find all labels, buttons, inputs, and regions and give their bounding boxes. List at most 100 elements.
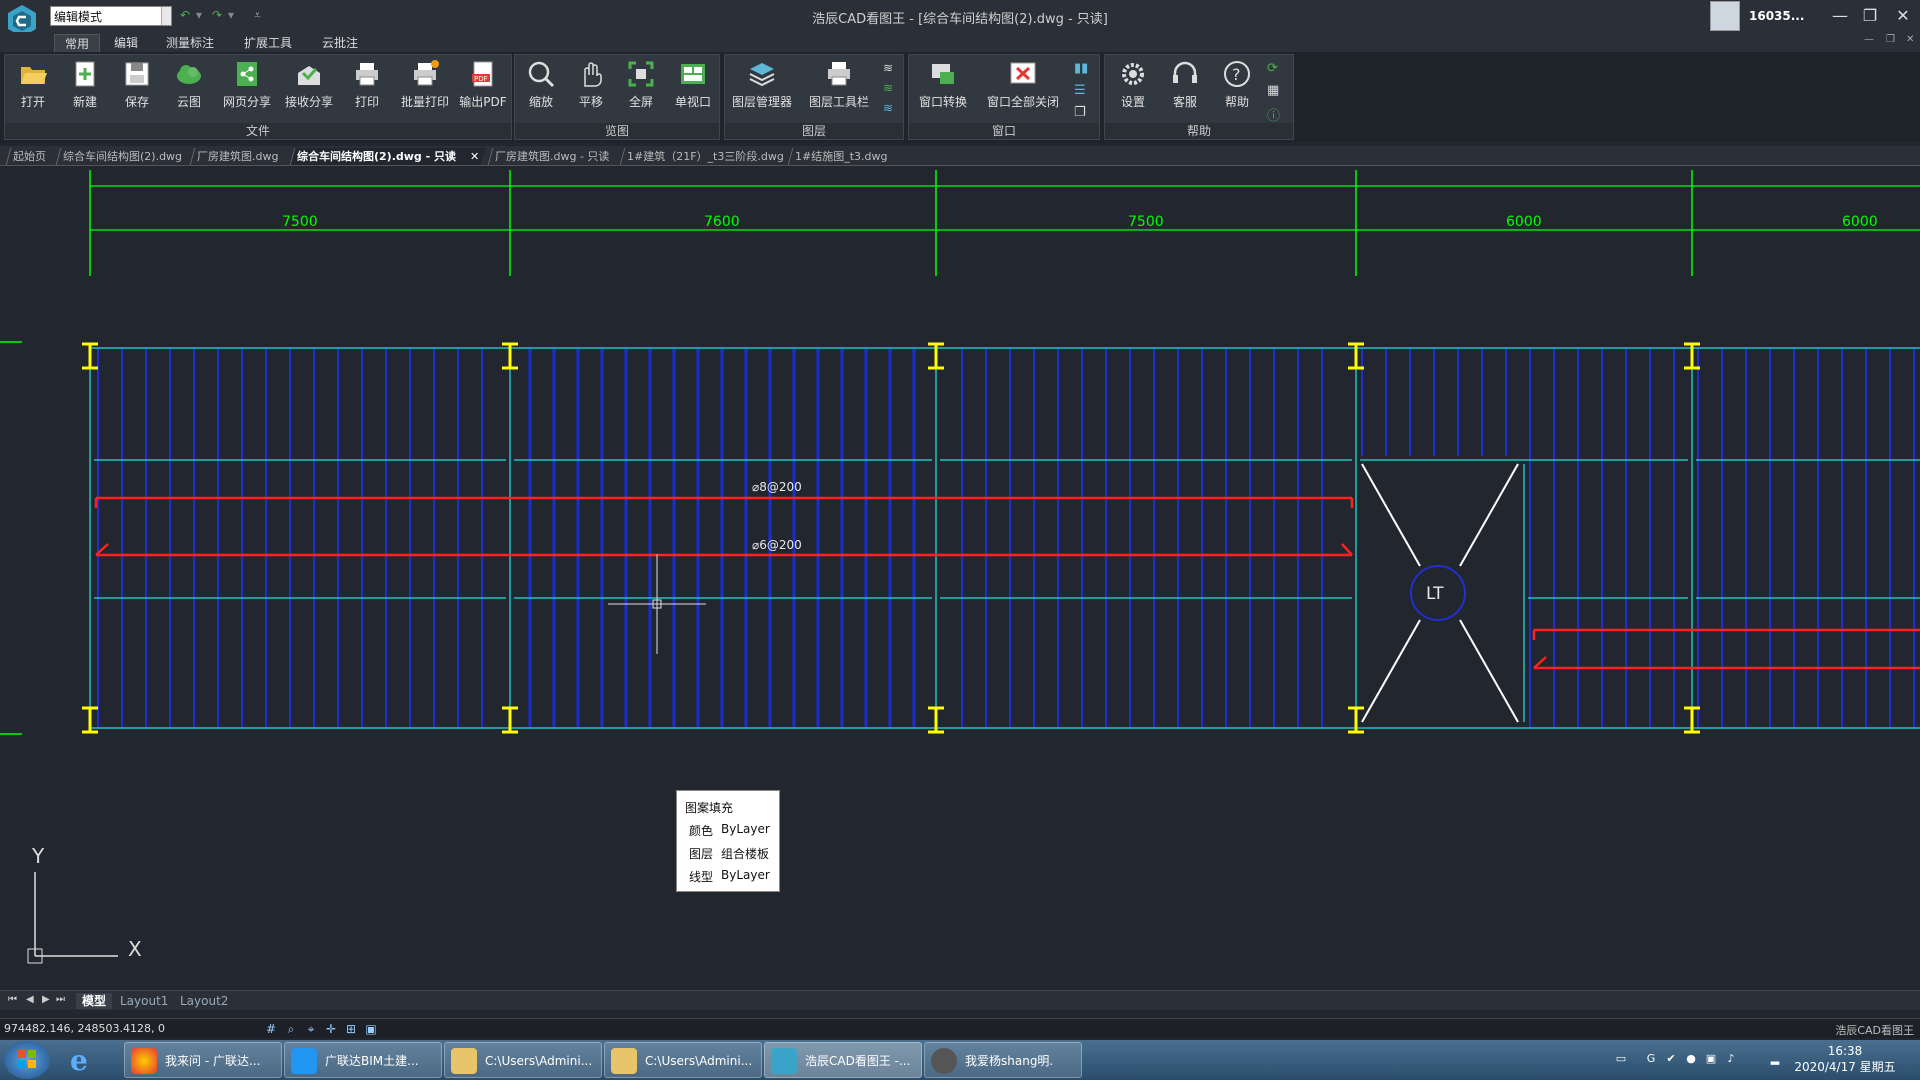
tab-close-icon[interactable]: ✕: [470, 148, 479, 165]
doc-tab[interactable]: 1#结施图_t3.dwg: [787, 148, 894, 165]
receive-icon: [298, 66, 320, 85]
tab-cloud-annotation[interactable]: 云批注: [312, 34, 368, 52]
fullscreen-button[interactable]: 全屏: [619, 59, 663, 121]
apps-grid-icon[interactable]: ▦: [1267, 83, 1279, 98]
taskbar-item[interactable]: C:\Users\Admini...: [444, 1042, 602, 1078]
taskbar-item[interactable]: 我来问 - 广联达...: [124, 1042, 282, 1078]
web-share-button[interactable]: 网页分享: [219, 59, 275, 121]
svg-text:PDF: PDF: [474, 75, 488, 83]
print-button[interactable]: 打印: [345, 59, 389, 121]
gpu-icon[interactable]: ▣: [1704, 1052, 1718, 1066]
check-update-icon[interactable]: ⟳: [1267, 61, 1278, 76]
cad-drawing[interactable]: 7500 7600 7500 6000 6000 ⌀8@200 ⌀6@200 LT: [0, 166, 1920, 990]
close-button[interactable]: ✕: [1888, 4, 1918, 28]
taskbar-item-active[interactable]: 浩辰CAD看图王 -...: [764, 1042, 922, 1078]
user-name[interactable]: 16035...: [1749, 9, 1804, 23]
last-layout-icon[interactable]: ⏭: [56, 994, 65, 1005]
windows-taskbar: e 我来问 - 广联达... 广联达BIM土建... C:\Users\Admi…: [0, 1040, 1920, 1080]
layer-stack-icon[interactable]: ≋: [883, 61, 893, 75]
first-layout-icon[interactable]: ⏮: [8, 994, 17, 1005]
ribbon-group-view: 缩放 平移 全屏 单视口 览图: [514, 54, 720, 140]
export-pdf-button[interactable]: PDF 输出PDF: [457, 59, 509, 121]
entity-tooltip: 图案填充 颜色 ByLayer 图层 组合楼板 线型 ByLayer: [676, 790, 780, 892]
minimize-button[interactable]: —: [1825, 4, 1855, 28]
beam-lines: [0, 341, 1920, 735]
save-icon: [125, 62, 149, 86]
tile-vertical-icon[interactable]: ▮▮: [1074, 61, 1088, 76]
info-icon[interactable]: ⓘ: [1267, 105, 1280, 124]
zoom-window-icon[interactable]: ⌕: [284, 1022, 298, 1036]
save-button[interactable]: 保存: [115, 59, 159, 121]
doc-tab[interactable]: 厂房建筑图.dwg - 只读: [487, 148, 616, 165]
start-button[interactable]: [4, 1041, 50, 1079]
grid-icon[interactable]: #: [264, 1022, 278, 1036]
taskbar-item[interactable]: C:\Users\Admini...: [604, 1042, 762, 1078]
doc-minimize-icon[interactable]: —: [1864, 34, 1874, 45]
ribbon-group-label: 图层: [725, 123, 903, 139]
doc-tab-active[interactable]: 综合车间结构图(2).dwg - 只读 ✕: [289, 148, 486, 165]
zoom-button[interactable]: 缩放: [519, 59, 563, 121]
new-button[interactable]: 新建: [63, 59, 107, 121]
tab-edit[interactable]: 编辑: [104, 34, 148, 52]
tooltip-value: ByLayer: [721, 868, 770, 882]
layer-match-icon[interactable]: ≋: [883, 101, 893, 115]
clock[interactable]: 16:38 2020/4/17 星期五: [1790, 1043, 1900, 1075]
prev-layout-icon[interactable]: ◀: [26, 994, 34, 1005]
doc-tab[interactable]: 综合车间结构图(2).dwg: [55, 148, 189, 165]
layers-icon: [749, 63, 775, 87]
ie-icon[interactable]: e: [70, 1044, 88, 1077]
doc-tab[interactable]: 起始页: [5, 148, 53, 165]
cascade-icon[interactable]: ❐: [1074, 105, 1086, 120]
batch-print-button[interactable]: 批量打印: [397, 59, 453, 121]
headset-icon: [1173, 61, 1197, 83]
doc-tab[interactable]: 厂房建筑图.dwg: [189, 148, 285, 165]
doc-restore-icon[interactable]: ❐: [1886, 34, 1895, 45]
tab-common[interactable]: 常用: [54, 34, 101, 52]
layer-manager-button[interactable]: 图层管理器: [729, 59, 795, 121]
layout-tab-layout2[interactable]: Layout2: [174, 993, 234, 1009]
settings-button[interactable]: 设置: [1111, 59, 1155, 121]
tab-measure[interactable]: 测量标注: [156, 34, 224, 52]
open-button[interactable]: 打开: [11, 59, 55, 121]
receive-share-button[interactable]: 接收分享: [281, 59, 337, 121]
pan-button[interactable]: 平移: [569, 59, 613, 121]
doc-tab[interactable]: 1#建筑（21F）_t3三阶段.dwg: [619, 148, 791, 165]
taskbar-item[interactable]: 我爱杨shang明.: [924, 1042, 1082, 1078]
ortho-icon[interactable]: ✛: [324, 1022, 338, 1036]
glodon-icon: [291, 1048, 317, 1074]
axis-y-label: Y: [31, 844, 45, 868]
gear-icon: [1122, 63, 1144, 85]
polar-icon[interactable]: ⊞: [344, 1022, 358, 1036]
window-title: 浩辰CAD看图王 - [综合车间结构图(2).dwg - 只读]: [812, 12, 1108, 27]
security-icon[interactable]: ✔: [1664, 1052, 1678, 1066]
ribbon-group-label: 文件: [5, 123, 511, 139]
keyboard-icon[interactable]: ▭: [1614, 1052, 1628, 1066]
customer-service-button[interactable]: 客服: [1163, 59, 1207, 121]
single-viewport-button[interactable]: 单视口: [669, 59, 717, 121]
axis-x-label: X: [128, 937, 142, 961]
next-layout-icon[interactable]: ▶: [42, 994, 50, 1005]
maximize-button[interactable]: ❐: [1855, 4, 1885, 28]
network-icon[interactable]: ▂: [1768, 1052, 1782, 1066]
drawing-canvas[interactable]: 7500 7600 7500 6000 6000 ⌀8@200 ⌀6@200 LT: [0, 166, 1920, 990]
doc-close-icon[interactable]: ✕: [1906, 34, 1914, 45]
layout-tab-model[interactable]: 模型: [76, 993, 113, 1009]
volume-icon[interactable]: ♪: [1724, 1052, 1738, 1066]
close-all-windows-button[interactable]: 窗口全部关闭: [981, 59, 1065, 121]
user-avatar[interactable]: [1710, 1, 1740, 31]
layer-on-icon[interactable]: ≋: [883, 81, 893, 95]
window-switch-button[interactable]: 窗口转换: [913, 59, 973, 121]
qq-icon[interactable]: ●: [1684, 1052, 1698, 1066]
help-button[interactable]: ? 帮助: [1215, 59, 1259, 121]
tray-app-icon[interactable]: G: [1644, 1052, 1658, 1066]
tile-horizontal-icon[interactable]: ☰: [1074, 83, 1086, 98]
cloud-button[interactable]: 云图: [167, 59, 211, 121]
fit-icon[interactable]: ▣: [364, 1022, 378, 1036]
taskbar-item[interactable]: 广联达BIM土建...: [284, 1042, 442, 1078]
svg-text:?: ?: [1232, 65, 1241, 84]
layer-toolbar-button[interactable]: 图层工具栏: [803, 59, 875, 121]
snap-icon[interactable]: ⌖: [304, 1022, 318, 1036]
layout-tab-layout1[interactable]: Layout1: [114, 993, 174, 1009]
tab-extend-tools[interactable]: 扩展工具: [234, 34, 302, 52]
clock-time: 16:38: [1827, 1044, 1863, 1058]
